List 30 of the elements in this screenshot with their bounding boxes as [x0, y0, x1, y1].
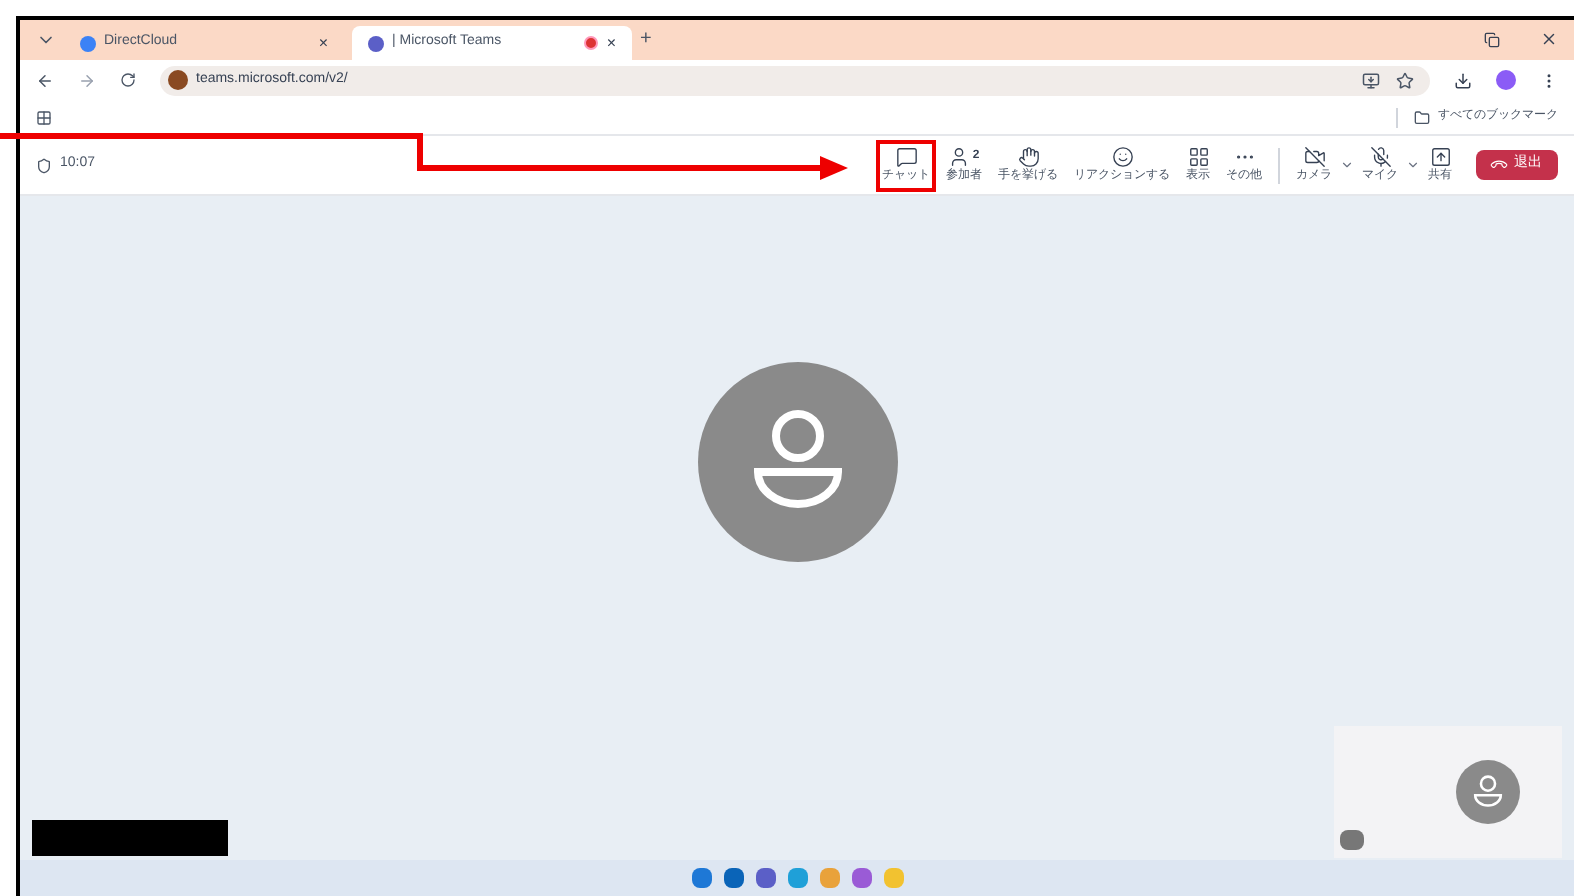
back-icon[interactable] [36, 71, 54, 89]
folder-icon [1414, 109, 1430, 125]
camera-off-icon [1303, 145, 1325, 167]
chat-icon [895, 145, 917, 167]
restore-icon[interactable] [1484, 32, 1500, 48]
bookmark-star-icon[interactable] [1396, 71, 1414, 89]
reload-icon[interactable] [120, 72, 136, 88]
tab-favicon-icon [368, 35, 384, 51]
download-icon[interactable] [1454, 71, 1472, 89]
install-icon[interactable] [1362, 71, 1380, 89]
profile-icon[interactable] [1496, 70, 1516, 90]
smiley-icon [1111, 145, 1133, 167]
grid-icon [1187, 145, 1209, 167]
tab-close[interactable]: × [318, 31, 328, 55]
shield-icon [36, 157, 52, 173]
chevron-icon[interactable] [1340, 158, 1354, 172]
apps-icon[interactable] [36, 109, 52, 125]
site-icon [168, 70, 188, 90]
close-icon[interactable] [1540, 30, 1558, 48]
person-icon [948, 145, 971, 167]
tab-favicon-icon [80, 35, 96, 51]
avatar-icon [697, 361, 897, 561]
avatar-icon [1456, 760, 1520, 824]
share-icon [1429, 145, 1451, 167]
hand-icon [1017, 145, 1039, 167]
new-tab-button[interactable]: + [640, 24, 652, 54]
tab-close[interactable]: × [606, 31, 616, 55]
chevron-icon[interactable] [1406, 158, 1420, 172]
forward-icon[interactable] [78, 71, 96, 89]
recording-icon [584, 36, 599, 50]
